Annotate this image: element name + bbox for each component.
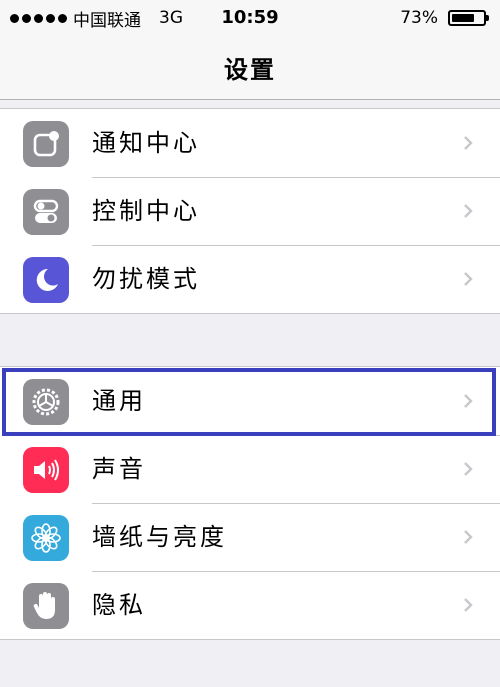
row-label: 通用 <box>92 387 146 415</box>
settings-row-general[interactable]: 通用 <box>0 367 500 435</box>
settings-row-wallpaper-brightness[interactable]: 墙纸与亮度 <box>0 503 500 571</box>
chevron-right-icon <box>464 394 473 408</box>
chevron-right-icon <box>464 530 473 544</box>
chevron-right-icon <box>464 136 473 150</box>
settings-group-2: 通用 声音 墙纸与亮度 隐私 <box>0 366 500 640</box>
settings-group-1: 通知中心 控制中心 勿扰模式 <box>0 108 500 314</box>
notification-center-icon <box>23 121 69 167</box>
control-center-icon <box>23 189 69 235</box>
moon-icon <box>23 257 69 303</box>
row-label: 声音 <box>92 455 146 483</box>
battery-percent: 73% <box>400 8 438 28</box>
row-label: 勿扰模式 <box>92 265 200 293</box>
chevron-right-icon <box>464 204 473 218</box>
settings-row-privacy[interactable]: 隐私 <box>0 571 500 639</box>
chevron-right-icon <box>464 598 473 612</box>
row-label: 隐私 <box>92 591 146 619</box>
flower-icon <box>23 515 69 561</box>
status-bar: 中国联通 3G 10:59 73% <box>0 0 500 36</box>
battery-icon <box>448 10 489 26</box>
settings-row-notification-center[interactable]: 通知中心 <box>0 109 500 177</box>
settings-row-do-not-disturb[interactable]: 勿扰模式 <box>0 245 500 313</box>
hand-icon <box>23 583 69 629</box>
chevron-right-icon <box>464 272 473 286</box>
page-title: 设置 <box>224 56 276 84</box>
settings-row-sounds[interactable]: 声音 <box>0 435 500 503</box>
settings-row-control-center[interactable]: 控制中心 <box>0 177 500 245</box>
row-label: 通知中心 <box>92 129 200 157</box>
speaker-icon <box>23 447 69 493</box>
chevron-right-icon <box>464 462 473 476</box>
row-label: 控制中心 <box>92 197 200 225</box>
gear-icon <box>23 379 69 425</box>
row-label: 墙纸与亮度 <box>92 523 227 551</box>
navigation-bar: 设置 <box>0 36 500 100</box>
